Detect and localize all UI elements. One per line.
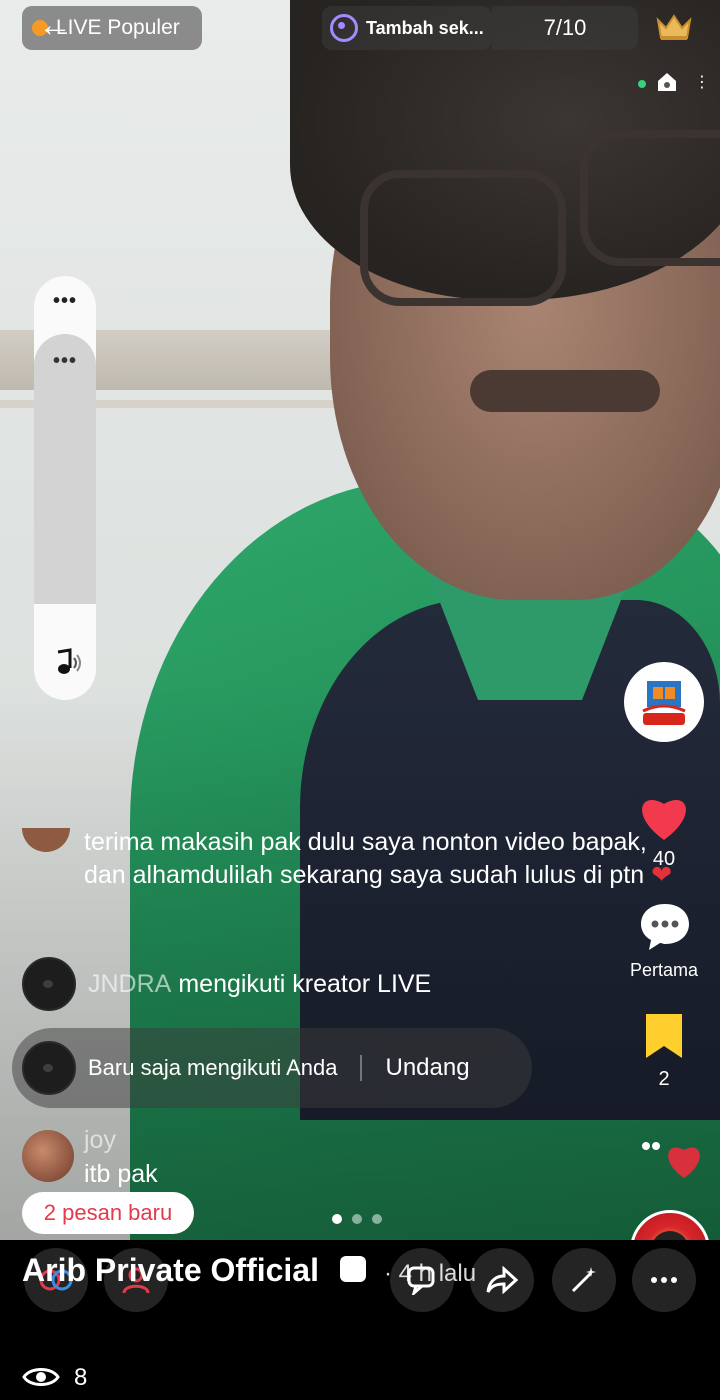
- page-dot-active: [332, 1214, 342, 1224]
- page-dot: [352, 1214, 362, 1224]
- video-badge-icon: [340, 1256, 366, 1282]
- magic-wand-icon: [571, 1267, 596, 1293]
- viewer-count: 8: [74, 1364, 88, 1391]
- volume-slider-track: [34, 334, 96, 604]
- share-button[interactable]: [470, 1248, 534, 1312]
- new-messages-button[interactable]: 2 pesan baru: [22, 1192, 194, 1234]
- goal-label: Tambah sek...: [366, 17, 484, 38]
- channel-title[interactable]: Arib Private Official: [22, 1252, 319, 1289]
- comment-label: Pertama: [629, 960, 699, 980]
- eye-icon: [22, 1368, 60, 1386]
- share-arrow-icon: [486, 1266, 518, 1294]
- effects-button[interactable]: [552, 1248, 616, 1312]
- follower-avatar[interactable]: [22, 1041, 76, 1095]
- volume-handle-dots-icon[interactable]: •••: [34, 350, 96, 373]
- back-arrow-icon[interactable]: ←: [38, 8, 72, 42]
- divider: [359, 1055, 362, 1081]
- page-dot: [372, 1214, 382, 1224]
- goal-pill[interactable]: Tambah sek...: [322, 6, 492, 50]
- follow-text: Baru saja mengikuti Anda: [88, 1055, 338, 1080]
- page-indicator: [332, 1214, 382, 1224]
- goal-progress[interactable]: 7/10: [492, 6, 638, 50]
- chat-username[interactable]: joy: [84, 1126, 116, 1155]
- bookmark-count: 2: [658, 1068, 670, 1090]
- floating-hearts-icon: [642, 1142, 700, 1178]
- crown-icon[interactable]: [656, 12, 692, 42]
- chat-message-text: itb pak: [84, 1160, 158, 1188]
- join-text: mengikuti kreator LIVE: [178, 969, 432, 998]
- home-icon[interactable]: [655, 70, 679, 94]
- volume-slider[interactable]: ••• •••: [34, 276, 96, 700]
- bookmark-icon[interactable]: [644, 1012, 684, 1060]
- more-button[interactable]: [632, 1248, 696, 1312]
- music-note-icon: [57, 648, 81, 674]
- live-populer-label: LIVE Populer: [56, 16, 180, 39]
- new-follower-card: Baru saja mengikuti Anda Undang: [12, 1028, 532, 1108]
- join-username[interactable]: JNDRA: [88, 970, 171, 999]
- jndra-avatar[interactable]: [22, 957, 76, 1011]
- joy-avatar[interactable]: [22, 1130, 74, 1182]
- volume-top-dots-icon: •••: [52, 290, 77, 312]
- more-dots-icon: [651, 1277, 677, 1283]
- more-mini-icon[interactable]: ⋮: [694, 72, 710, 92]
- red-heart-emoji-icon: ❤: [651, 861, 673, 889]
- invite-button[interactable]: Undang: [386, 1054, 470, 1082]
- chat-message-text: terima makasih pak dulu saya nonton vide…: [84, 828, 647, 889]
- chat-message: terima makasih pak dulu saya nonton vide…: [84, 826, 684, 892]
- arib-private-logo-icon: [642, 681, 686, 725]
- target-icon: [330, 14, 358, 42]
- creator-logo[interactable]: [624, 662, 704, 742]
- time-ago: · 4 h lalu: [384, 1260, 477, 1287]
- join-notice: JNDRA mengikuti kreator LIVE: [22, 957, 622, 1011]
- status-dot-icon: [638, 80, 646, 88]
- comment-bubble-icon[interactable]: [638, 900, 692, 952]
